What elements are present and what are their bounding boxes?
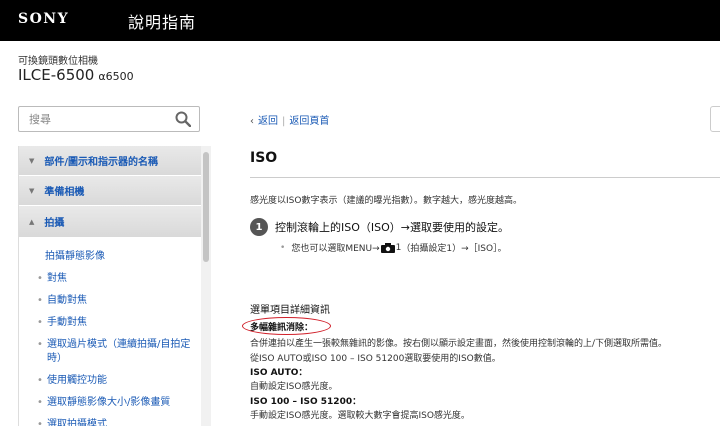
- sub-item-label: 選取過片模式（連續拍攝/自拍定時）: [47, 339, 191, 364]
- sub-item-label: 選取拍攝模式: [47, 419, 107, 426]
- product-subtitle: 可換鏡頭數位相機: [18, 56, 98, 67]
- sidebar-item-shoot-mode[interactable]: • 選取拍攝模式: [19, 414, 201, 426]
- step-text: 控制滾輪上的ISO（ISO）→選取要使用的設定。: [275, 221, 509, 234]
- help-guide-title: 說明指南: [128, 13, 197, 32]
- sub-item-label: 使用觸控功能: [47, 375, 107, 386]
- step-1: 1 控制滾輪上的ISO（ISO）→選取要使用的設定。: [250, 218, 509, 236]
- chevron-left-icon: ‹: [250, 116, 254, 127]
- sidebar-category-parts[interactable]: ▼ 部件/圖示和指示器的名稱: [19, 146, 201, 176]
- term-multi-frame-nr: 多幅雜訊消除：: [242, 317, 331, 335]
- sidebar-item-still-shooting[interactable]: 拍攝靜態影像: [19, 246, 201, 268]
- sidebar-item-manual-focus[interactable]: • 手動對焦: [19, 312, 201, 334]
- bullet-icon: •: [37, 273, 43, 284]
- back-to-top-link[interactable]: 返回頁首: [289, 116, 329, 127]
- back-link[interactable]: 返回: [258, 116, 278, 127]
- search-input[interactable]: [19, 107, 169, 131]
- highlight-oval: [242, 317, 331, 335]
- chevron-down-icon: ▼: [29, 156, 35, 165]
- sub-item-label: 選取靜態影像大小/影像畫質: [47, 397, 171, 408]
- scrollbar-thumb[interactable]: [203, 152, 209, 262]
- multi-frame-nr-description: 合併連拍以產生一張較無雜訊的影像。按右側以顯示設定畫面，然後使用控制滾輪的上/下…: [250, 339, 668, 349]
- sony-logo[interactable]: SONY: [18, 11, 69, 27]
- note-prefix: 您也可以選取MENU→: [291, 244, 380, 254]
- bullet-icon: •: [37, 375, 43, 386]
- page-title: ISO: [250, 150, 278, 166]
- top-header: SONY 說明指南: [0, 0, 720, 41]
- category-label: 部件/圖示和指示器的名稱: [44, 157, 159, 168]
- search-box: [18, 106, 200, 132]
- divider: |: [282, 116, 286, 127]
- sub-item-label: 對焦: [47, 273, 67, 284]
- iso-manual-description: 手動設定ISO感光度。選取較大數字會提高ISO感光度。: [250, 411, 470, 421]
- iso-range-description: 從ISO AUTO或ISO 100 – ISO 51200選取要使用的ISO數值…: [250, 354, 501, 364]
- sidebar-category-shooting[interactable]: ▲ 拍攝: [19, 206, 201, 238]
- sidebar-category-prepare[interactable]: ▼ 準備相機: [19, 176, 201, 206]
- right-edge-button[interactable]: [710, 106, 720, 132]
- bullet-icon: •: [37, 339, 43, 350]
- camera-icon: [380, 242, 395, 253]
- product-model: ILCE-6500 α6500: [18, 66, 134, 84]
- step-note: • 您也可以選取MENU→ 1 （拍攝設定1）→［ISO］。: [280, 241, 507, 254]
- bullet-icon: •: [37, 317, 43, 328]
- sidebar-nav: ▼ 部件/圖示和指示器的名稱 ▼ 準備相機 ▲ 拍攝 拍攝靜態影像 • 對焦 • 自動對焦…: [18, 146, 201, 426]
- bullet-icon: •: [37, 419, 43, 426]
- step-number-badge: 1: [250, 218, 268, 236]
- alpha-model: α6500: [98, 70, 134, 83]
- sidebar-item-touch[interactable]: • 使用觸控功能: [19, 370, 201, 392]
- chevron-down-icon: ▼: [29, 186, 35, 195]
- bullet-icon: •: [37, 397, 43, 408]
- title-divider: [250, 177, 720, 178]
- category-label: 準備相機: [44, 187, 85, 198]
- term-iso-manual: ISO 100 – ISO 51200：: [250, 397, 362, 407]
- intro-text: 感光度以ISO數字表示（建議的曝光指數）。數字越大，感光度越高。: [250, 196, 522, 206]
- note-bullet: •: [280, 242, 286, 253]
- note-suffix: （拍攝設定1）→［ISO］。: [401, 244, 507, 254]
- model-name: ILCE-6500: [18, 66, 95, 84]
- sidebar-sub-list: 拍攝靜態影像 • 對焦 • 自動對焦 • 手動對焦 • 選取過片模式（連續拍攝/自拍定時…: [19, 238, 201, 426]
- sub-item-label: 手動對焦: [47, 317, 87, 328]
- category-label: 拍攝: [44, 218, 65, 229]
- magnifier-icon[interactable]: [175, 111, 191, 127]
- breadcrumb: ‹ 返回 | 返回頁首: [250, 112, 329, 127]
- sidebar-item-autofocus[interactable]: • 自動對焦: [19, 290, 201, 312]
- iso-auto-description: 自動設定ISO感光度。: [250, 382, 338, 392]
- sidebar-item-image-size[interactable]: • 選取靜態影像大小/影像畫質: [19, 392, 201, 414]
- chevron-up-icon: ▲: [29, 217, 35, 226]
- sub-item-label: 拍攝靜態影像: [45, 251, 105, 262]
- section-heading: 選單項目詳細資訊: [250, 305, 330, 316]
- sub-item-label: 自動對焦: [47, 295, 87, 306]
- sidebar-scrollbar[interactable]: [201, 146, 211, 426]
- sidebar-item-drive-mode[interactable]: • 選取過片模式（連續拍攝/自拍定時）: [19, 334, 201, 370]
- bullet-icon: •: [37, 295, 43, 306]
- term-iso-auto: ISO AUTO：: [250, 368, 308, 378]
- sidebar-item-focus[interactable]: • 對焦: [19, 268, 201, 290]
